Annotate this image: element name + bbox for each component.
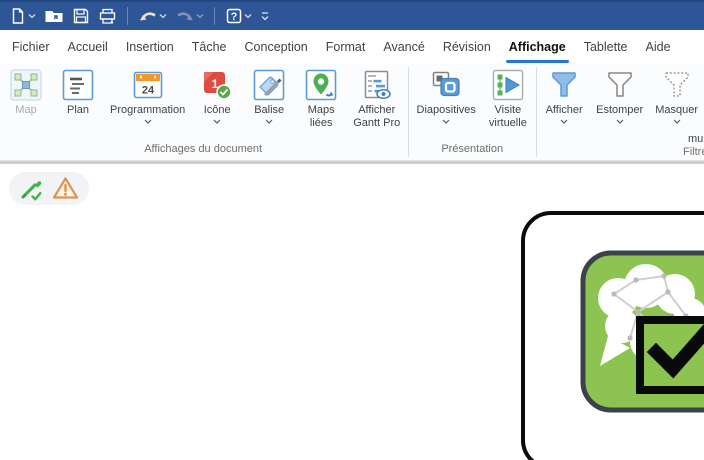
tab-revision[interactable]: Révision: [434, 30, 500, 63]
group-label-presentation: Présentation: [411, 143, 534, 160]
tab-accueil[interactable]: Accueil: [59, 30, 117, 63]
map-view-icon: [10, 69, 42, 101]
chevron-down-icon: [244, 13, 252, 19]
new-document-button[interactable]: [6, 3, 39, 29]
masquer-button[interactable]: Masquer: [649, 69, 704, 124]
tab-fichier[interactable]: Fichier: [3, 30, 59, 63]
diapositives-button[interactable]: Diapositives: [411, 69, 482, 124]
customize-toolbar-button[interactable]: [257, 3, 273, 29]
button-label-line2: liées: [310, 117, 333, 130]
tab-tache[interactable]: Tâche: [183, 30, 236, 63]
chevron-down-icon: [159, 13, 167, 19]
app-window: ? Fichier Accueil Insertion Tâche Concep…: [0, 0, 704, 460]
ribbon-group-presentation: Diapositives Visite virtuelle: [411, 63, 534, 160]
icone-button[interactable]: 1 Icône: [191, 69, 243, 124]
chevron-down-icon[interactable]: [560, 119, 568, 124]
chevron-down-icon[interactable]: [673, 119, 681, 124]
slides-icon: [430, 69, 462, 101]
ribbon-bottom-edge: [0, 160, 704, 164]
button-label-line2: virtuelle: [489, 117, 527, 130]
ribbon-group-filtre: Afficher Estomper Masquer: [538, 63, 704, 160]
map-view-button: Map: [0, 69, 52, 117]
new-document-icon: [9, 7, 27, 25]
chevron-down-icon[interactable]: [265, 119, 273, 124]
afficher-filtre-button[interactable]: Afficher: [538, 69, 590, 124]
button-label: Balise: [254, 104, 284, 117]
customize-toolbar-icon: [260, 10, 270, 22]
button-label: Map: [15, 104, 36, 117]
group-label-affichages-du-document: Affichages du document: [0, 143, 406, 160]
programmation-button[interactable]: 24 Programmation: [104, 69, 191, 124]
button-label: Masquer: [655, 104, 698, 117]
status-pill: [9, 172, 89, 205]
help-button[interactable]: ?: [222, 3, 255, 29]
button-label: Maps: [308, 104, 335, 117]
estomper-button[interactable]: Estomper: [590, 69, 649, 124]
chevron-down-icon[interactable]: [213, 119, 221, 124]
group-label-filtre: Filtre: [683, 146, 704, 158]
titlebar: ?: [0, 0, 704, 30]
ribbon-group-affichages-du-document: Map Plan: [0, 63, 406, 160]
button-label: Visite: [495, 104, 522, 117]
toolbar-separator: [214, 7, 215, 25]
ribbon: Map Plan: [0, 63, 704, 160]
undo-icon: [138, 8, 158, 24]
tab-avance[interactable]: Avancé: [374, 30, 433, 63]
gantt-chart-eye-icon: [361, 69, 393, 101]
maps-liees-button[interactable]: Maps liées: [295, 69, 347, 130]
undo-button[interactable]: [135, 3, 170, 29]
chevron-down-icon: [196, 13, 204, 19]
funnel-outline-icon: [604, 69, 636, 101]
ribbon-tab-bar: Fichier Accueil Insertion Tâche Concepti…: [0, 30, 704, 63]
linked-map-pin-icon: [305, 69, 337, 101]
tab-tablette[interactable]: Tablette: [575, 30, 637, 63]
help-icon: ?: [225, 7, 243, 25]
tag-icon: [253, 69, 285, 101]
tab-format[interactable]: Format: [317, 30, 375, 63]
afficher-gantt-pro-button[interactable]: Afficher Gantt Pro: [347, 69, 406, 130]
tab-affichage[interactable]: Affichage: [500, 30, 575, 63]
button-label: Estomper: [596, 104, 643, 117]
tab-conception[interactable]: Conception: [236, 30, 317, 63]
save-icon: [72, 7, 90, 25]
mindview-app-icon: [580, 250, 704, 414]
plan-view-button[interactable]: Plan: [52, 69, 104, 117]
chevron-down-icon[interactable]: [616, 119, 624, 124]
button-label: Afficher: [546, 104, 583, 117]
calendar-icon: 24: [132, 69, 164, 101]
funnel-filled-icon: [548, 69, 580, 101]
chevron-down-icon[interactable]: [442, 119, 450, 124]
chevron-down-icon: [28, 13, 36, 19]
funnel-dashed-icon: [661, 69, 693, 101]
dialog: [521, 211, 704, 460]
icon-badge-icon: 1: [201, 69, 233, 101]
tab-insertion[interactable]: Insertion: [117, 30, 183, 63]
chevron-down-icon[interactable]: [144, 119, 152, 124]
redo-icon: [175, 8, 195, 24]
svg-text:24: 24: [141, 85, 154, 97]
quick-access-toolbar: ?: [6, 3, 273, 29]
tab-aide[interactable]: Aide: [637, 30, 680, 63]
button-label: Afficher: [358, 104, 395, 117]
button-label: Programmation: [110, 104, 185, 117]
pen-check-icon[interactable]: [19, 176, 45, 202]
svg-text:?: ?: [231, 11, 238, 23]
balise-button[interactable]: Balise: [243, 69, 295, 124]
button-label-line2: Gantt Pro: [353, 117, 400, 130]
button-label: Icône: [204, 104, 231, 117]
button-label: Diapositives: [417, 104, 476, 117]
redo-button[interactable]: [172, 3, 207, 29]
visite-virtuelle-button[interactable]: Visite virtuelle: [482, 69, 534, 130]
virtual-tour-icon: [492, 69, 524, 101]
print-button[interactable]: [95, 3, 120, 29]
open-folder-icon: [44, 7, 64, 25]
outline-view-icon: [62, 69, 94, 101]
toolbar-separator: [127, 7, 128, 25]
save-button[interactable]: [69, 3, 93, 29]
open-button[interactable]: [41, 3, 67, 29]
button-label: Plan: [67, 104, 89, 117]
print-icon: [98, 7, 117, 25]
cutoff-button-label: mu: [688, 133, 703, 145]
warning-icon[interactable]: [52, 176, 79, 201]
